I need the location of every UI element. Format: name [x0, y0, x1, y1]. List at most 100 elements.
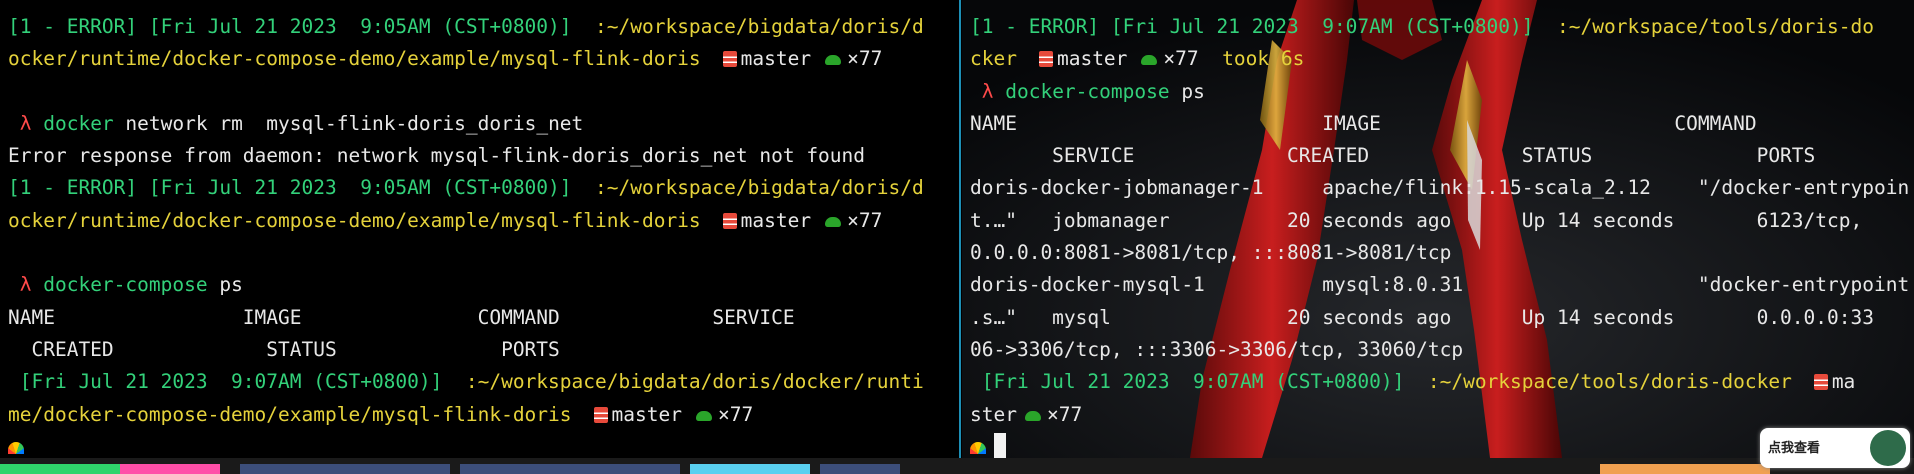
git-branch: ma — [1831, 370, 1856, 394]
table-header: NAME IMAGE COMMAND — [970, 111, 1757, 135]
status-segment[interactable] — [350, 464, 450, 474]
prompt-status: [1 - ERROR] [Fri Jul 21 2023 9:05AM (CST… — [8, 176, 572, 200]
table-header: SERVICE CREATED STATUS PORTS — [970, 144, 1816, 168]
command-args: network rm mysql-flink-doris_doris_net — [113, 111, 584, 135]
terminal-line: λ docker-compose ps — [8, 269, 960, 301]
git-branch: master — [740, 208, 812, 232]
terminal-line: λ docker-compose ps — [970, 76, 1914, 108]
table-row: doris-docker-mysql-1 mysql:8.0.31 "docke… — [970, 273, 1910, 297]
git-branch-icon — [722, 212, 737, 229]
git-branch-icon — [722, 51, 737, 68]
left-terminal-pane[interactable]: [1 - ERROR] [Fri Jul 21 2023 9:05AM (CST… — [0, 0, 960, 458]
git-branch: master — [1056, 47, 1128, 71]
command-args: ps — [1169, 79, 1205, 103]
command-name: docker-compose — [43, 273, 208, 297]
tmux-status-bar — [0, 458, 1914, 474]
table-row: 0.0.0.0:8081->8081/tcp, :::8081->8081/tc… — [970, 241, 1452, 265]
terminal-line: me/docker-compose-demo/example/mysql-fli… — [8, 399, 960, 431]
job-count: ×77 — [1163, 47, 1199, 71]
widget-label: 点我查看 — [1768, 441, 1821, 456]
job-count: ×77 — [847, 47, 883, 71]
terminal-line: doris-docker-mysql-1 mysql:8.0.31 "docke… — [970, 269, 1914, 301]
status-segment[interactable] — [120, 464, 220, 474]
terminal-line: NAME IMAGE COMMAND SERVICE — [8, 302, 960, 334]
terminal-line: doris-docker-jobmanager-1 apache/flink:1… — [970, 172, 1914, 204]
terminal-line: [Fri Jul 21 2023 9:07AM (CST+0800)] :~/w… — [970, 366, 1914, 398]
error-output: Error response from daemon: network mysq… — [8, 144, 866, 168]
pane-divider[interactable] — [959, 0, 961, 458]
command-duration: took 6s — [1198, 47, 1305, 71]
prompt-lambda: λ — [8, 273, 44, 297]
status-segment[interactable] — [460, 464, 580, 474]
right-terminal-pane[interactable]: [1 - ERROR] [Fri Jul 21 2023 9:07AM (CST… — [962, 0, 1914, 458]
terminal-line — [8, 431, 960, 458]
prompt-path: :~/workspace/bigdata/doris/d — [571, 176, 924, 200]
job-count: ×77 — [847, 208, 883, 232]
terminal-line: λ docker network rm mysql-flink-doris_do… — [8, 108, 960, 140]
git-branch-icon — [1038, 51, 1053, 68]
terminal-line: ocker/runtime/docker-compose-demo/exampl… — [8, 205, 960, 237]
table-header: NAME IMAGE COMMAND SERVICE — [8, 305, 795, 329]
job-count: ×77 — [717, 402, 754, 426]
prompt-path: ocker/runtime/docker-compose-demo/exampl… — [8, 47, 701, 71]
terminal-line: [1 - ERROR] [Fri Jul 21 2023 9:05AM (CST… — [8, 172, 960, 204]
command-name: docker — [43, 111, 114, 135]
prompt-path: me/docker-compose-demo/example/mysql-fli… — [8, 402, 572, 426]
prompt-status: [1 - ERROR] [Fri Jul 21 2023 9:05AM (CST… — [8, 15, 572, 38]
prompt-status: [1 - ERROR] [Fri Jul 21 2023 9:07AM (CST… — [970, 15, 1534, 38]
prompt-path: :~/workspace/tools/doris-docker — [1404, 370, 1792, 394]
terminal-line: ocker/runtime/docker-compose-demo/exampl… — [8, 43, 960, 75]
prompt-path: :~/workspace/bigdata/doris/d — [571, 15, 924, 38]
terminal-line: ster ×77 — [970, 399, 1914, 431]
terminal-line: .s…" mysql 20 seconds ago Up 14 seconds … — [970, 302, 1914, 334]
terminal-line: 06->3306/tcp, :::3306->3306/tcp, 33060/t… — [970, 334, 1914, 366]
terminal-line: SERVICE CREATED STATUS PORTS — [970, 140, 1914, 172]
avatar-icon — [1870, 430, 1906, 466]
status-segment[interactable] — [0, 464, 120, 474]
terminal-line: [1 - ERROR] [Fri Jul 21 2023 9:07AM (CST… — [970, 11, 1914, 43]
terminal-line: NAME IMAGE COMMAND — [970, 108, 1914, 140]
prompt-path: ocker/runtime/docker-compose-demo/exampl… — [8, 208, 701, 232]
prompt-path: :~/workspace/tools/doris-do — [1533, 15, 1874, 38]
terminal-line: CREATED STATUS PORTS — [8, 334, 960, 366]
prompt-path: cker — [970, 47, 1017, 71]
terminal-line: [Fri Jul 21 2023 9:07AM (CST+0800)] :~/w… — [8, 366, 960, 398]
prompt-lambda: λ — [8, 111, 44, 135]
git-branch-icon — [593, 406, 608, 423]
table-header: CREATED STATUS PORTS — [8, 337, 560, 361]
terminal-line: 0.0.0.0:8081->8081/tcp, :::8081->8081/tc… — [970, 237, 1914, 269]
status-segment[interactable] — [820, 464, 900, 474]
status-segment[interactable] — [240, 464, 350, 474]
git-branch: master — [611, 402, 682, 426]
job-count: ×77 — [1046, 402, 1083, 426]
status-segment[interactable] — [580, 464, 680, 474]
status-segment[interactable] — [690, 464, 810, 474]
prompt-status: [Fri Jul 21 2023 9:07AM (CST+0800)] — [8, 370, 443, 394]
table-row: 06->3306/tcp, :::3306->3306/tcp, 33060/t… — [970, 337, 1464, 361]
turtle-icon — [695, 410, 712, 421]
turtle-icon — [825, 216, 842, 227]
text-cursor[interactable] — [994, 432, 1006, 458]
turtle-icon — [1141, 55, 1158, 66]
prompt-lambda: λ — [970, 79, 1006, 103]
rainbow-icon — [8, 441, 24, 454]
command-name: docker-compose — [1005, 79, 1170, 103]
table-row: t.…" jobmanager 20 seconds ago Up 14 sec… — [970, 208, 1863, 232]
terminal-line: Error response from daemon: network mysq… — [8, 140, 960, 172]
rainbow-icon — [970, 441, 986, 454]
table-row: doris-docker-jobmanager-1 apache/flink:1… — [970, 176, 1910, 200]
git-branch: ster — [970, 402, 1017, 426]
status-segment[interactable] — [1600, 464, 1770, 474]
terminal-line: t.…" jobmanager 20 seconds ago Up 14 sec… — [970, 205, 1914, 237]
command-args: ps — [207, 273, 243, 297]
prompt-path: :~/workspace/bigdata/doris/docker/runti — [442, 370, 924, 394]
prompt-status: [Fri Jul 21 2023 9:07AM (CST+0800)] — [970, 370, 1405, 394]
git-branch: master — [740, 47, 812, 71]
view-widget[interactable]: 点我查看 — [1760, 428, 1910, 468]
terminal-line: cker master ×77 took 6s — [970, 43, 1914, 75]
turtle-icon — [1024, 410, 1041, 421]
turtle-icon — [825, 55, 842, 66]
git-branch-icon — [1813, 374, 1828, 391]
